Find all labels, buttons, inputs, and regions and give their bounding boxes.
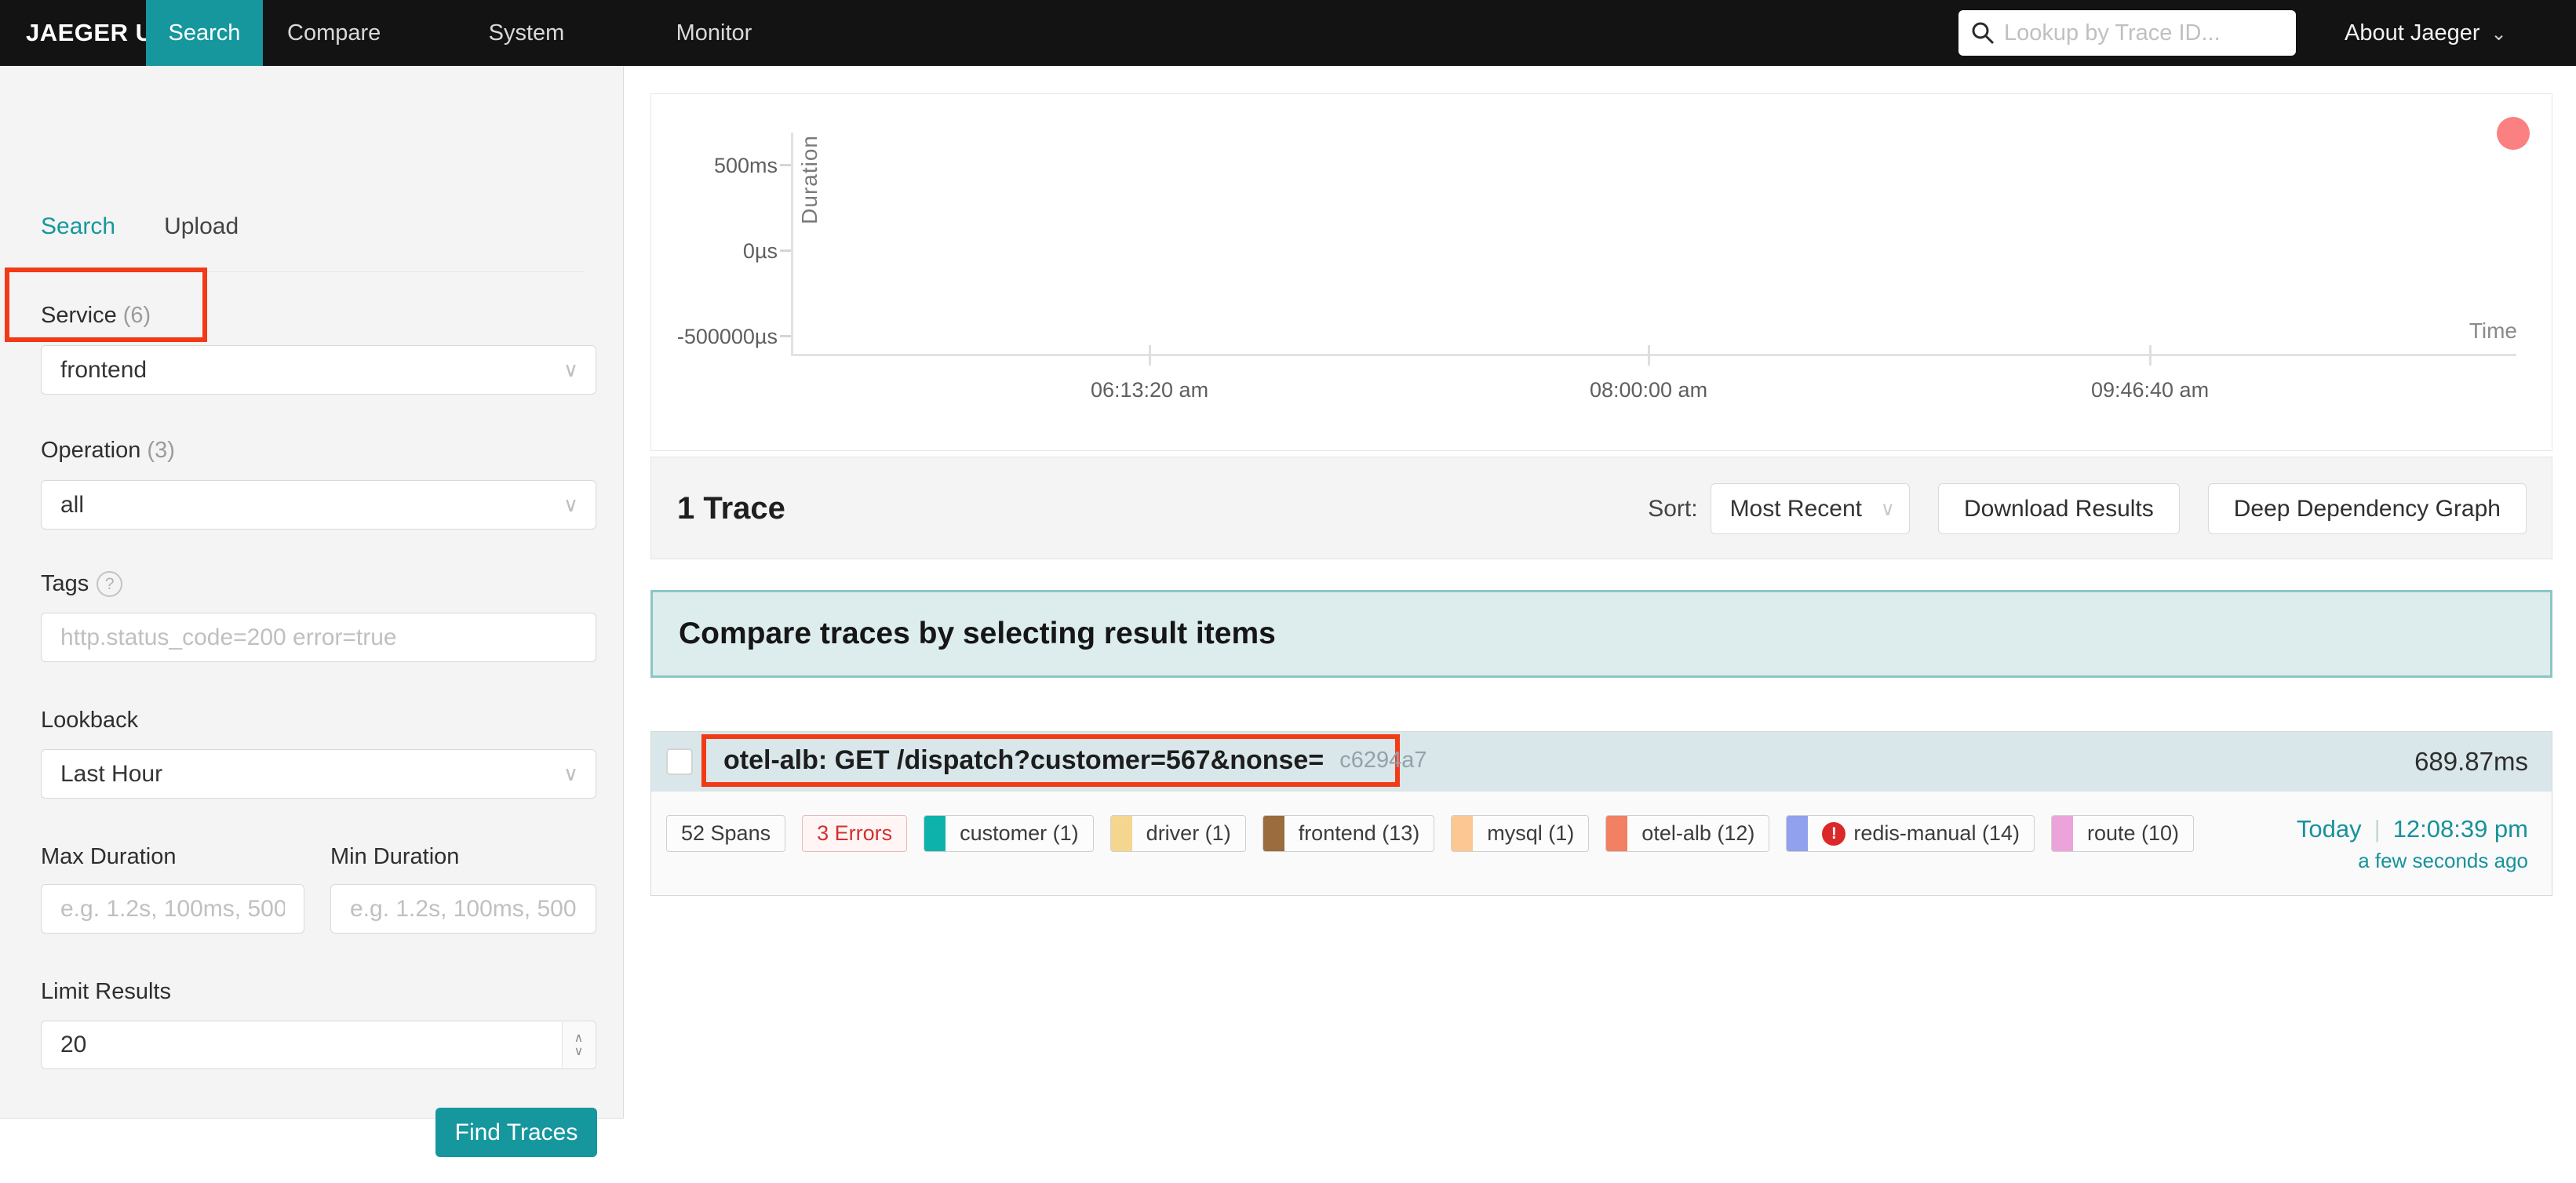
operation-label: Operation (3) — [41, 438, 175, 463]
compare-banner: Compare traces by selecting result items — [650, 590, 2552, 678]
tags-label: Tags? — [41, 571, 123, 597]
tags-input[interactable] — [41, 613, 596, 662]
error-count-badge: 3 Errors — [802, 815, 908, 852]
search-icon — [1972, 22, 1995, 45]
service-select[interactable]: frontend ∨ — [41, 345, 596, 395]
x-axis-line — [791, 354, 2516, 356]
lookback-label: Lookback — [41, 708, 139, 733]
y-tick-label: -500000µs — [676, 325, 778, 348]
chevron-down-icon: ∨ — [1880, 497, 1895, 520]
chevron-up-icon: ∧ — [574, 1032, 584, 1045]
top-nav: JAEGER UI Search Compare System Architec… — [0, 0, 2576, 111]
nav-tab-compare[interactable]: Compare — [287, 0, 381, 66]
service-color-bar — [1452, 816, 1474, 851]
y-axis-tick — [780, 249, 791, 252]
about-jaeger-menu[interactable]: About Jaeger ⌄ — [2345, 0, 2507, 66]
service-badge: ! redis-manual (14) — [1786, 815, 2035, 852]
trace-relative-time: a few seconds ago — [2358, 849, 2528, 872]
x-axis-tick — [1149, 345, 1151, 366]
nav-tab-search[interactable]: Search — [146, 0, 263, 66]
x-axis-tick — [2149, 345, 2152, 366]
y-axis-tick — [780, 335, 791, 337]
service-color-bar — [2051, 816, 2073, 851]
tab-search[interactable]: Search — [41, 213, 115, 240]
tab-upload[interactable]: Upload — [164, 213, 239, 240]
search-sidebar: Search Upload Service (6) frontend ∨ Opera… — [0, 66, 624, 1157]
x-tick-label: 08:00:00 am — [1589, 378, 1708, 402]
y-tick-label: 500ms — [713, 154, 778, 177]
nav-tab-system-architecture[interactable]: System Architecture — [427, 0, 626, 111]
service-color-bar — [924, 816, 946, 851]
chevron-down-icon: ∨ — [563, 358, 578, 381]
trace-date: Today — [2296, 815, 2362, 843]
max-duration-label: Max Duration — [41, 844, 177, 869]
service-badge: route (10) — [2050, 815, 2195, 852]
trace-lookup-box — [1958, 10, 2296, 56]
trace-scatter-point[interactable] — [2497, 117, 2530, 150]
nav-tab-monitor[interactable]: Monitor — [673, 0, 755, 66]
trace-select-checkbox[interactable] — [666, 748, 693, 775]
y-axis-line — [791, 133, 793, 354]
service-badge: frontend (13) — [1262, 815, 1435, 852]
chevron-down-icon: ∨ — [563, 493, 578, 516]
tabs-divider — [41, 271, 585, 272]
span-count-badge: 52 Spans — [666, 815, 786, 852]
limit-results-input[interactable] — [41, 1021, 596, 1069]
min-duration-input[interactable] — [330, 884, 596, 934]
trace-count: 1 Trace — [677, 491, 785, 526]
x-tick-label: 09:46:40 am — [2090, 378, 2210, 402]
trace-card-header[interactable]: otel-alb: GET /dispatch?customer=567&non… — [651, 732, 2552, 792]
y-tick-label: 0µs — [742, 239, 778, 263]
service-color-bar — [1606, 816, 1628, 851]
service-badge: otel-alb (12) — [1605, 815, 1770, 852]
y-axis-tick — [780, 164, 791, 166]
trace-id: c6294a7 — [1339, 748, 1427, 773]
sort-select[interactable]: Most Recent ∨ — [1710, 483, 1910, 534]
duration-scatter-chart: 500ms 0µs -500000µs Duration 06:13:20 am… — [650, 93, 2552, 451]
x-tick-label: 06:13:20 am — [1090, 378, 1209, 402]
deep-dependency-graph-button[interactable]: Deep Dependency Graph — [2207, 483, 2527, 534]
app-logo[interactable]: JAEGER UI — [26, 0, 161, 66]
x-axis-tick — [1648, 345, 1650, 366]
service-color-bar — [1110, 816, 1132, 851]
help-icon[interactable]: ? — [97, 571, 123, 597]
timestamp-divider: | — [2374, 815, 2381, 843]
service-badge: mysql (1) — [1451, 815, 1590, 852]
service-label: Service (6) — [41, 303, 151, 328]
download-results-button[interactable]: Download Results — [1937, 483, 2180, 534]
trace-result-card[interactable]: otel-alb: GET /dispatch?customer=567&non… — [650, 731, 2552, 896]
y-axis-title: Duration — [797, 135, 822, 224]
chevron-down-icon: ∨ — [563, 762, 578, 785]
number-stepper[interactable]: ∧ ∨ — [562, 1022, 595, 1068]
chevron-down-icon: ⌄ — [2490, 24, 2507, 45]
service-badge: driver (1) — [1109, 815, 1246, 852]
compare-banner-text: Compare traces by selecting result items — [679, 617, 1276, 650]
trace-duration: 689.87ms — [2414, 747, 2528, 776]
service-color-bar — [1787, 816, 1809, 851]
sort-label: Sort: — [1648, 495, 1698, 522]
results-header-row: 1 Trace Sort: Most Recent ∨ Download Resu… — [650, 457, 2552, 559]
annotation-box-trace-title: otel-alb: GET /dispatch?customer=567&non… — [701, 734, 1426, 787]
max-duration-input[interactable] — [41, 884, 304, 934]
chevron-down-icon: ∨ — [574, 1045, 584, 1058]
trace-timestamp: Today | 12:08:39 pm a few seconds ago — [2297, 810, 2528, 873]
x-axis-title: Time — [2469, 318, 2517, 343]
min-duration-label: Min Duration — [330, 844, 460, 869]
operation-select[interactable]: all ∨ — [41, 480, 596, 530]
trace-title-link[interactable]: otel-alb: GET /dispatch?customer=567&non… — [723, 745, 1324, 776]
trace-time: 12:08:39 pm — [2392, 815, 2528, 843]
service-color-bar — [1262, 816, 1284, 851]
service-badge: customer (1) — [924, 815, 1094, 852]
trace-lookup-input[interactable] — [2004, 20, 2283, 46]
trace-tags-row: 52 Spans 3 Errors customer (1) driver (1… — [666, 815, 2195, 852]
limit-results-label: Limit Results — [41, 979, 171, 1004]
jaeger-search-page: JAEGER UI Search Compare System Architec… — [0, 0, 2576, 1183]
find-traces-button[interactable]: Find Traces — [435, 1108, 597, 1157]
error-icon: ! — [1822, 821, 1846, 846]
lookback-select[interactable]: Last Hour ∨ — [41, 749, 596, 799]
